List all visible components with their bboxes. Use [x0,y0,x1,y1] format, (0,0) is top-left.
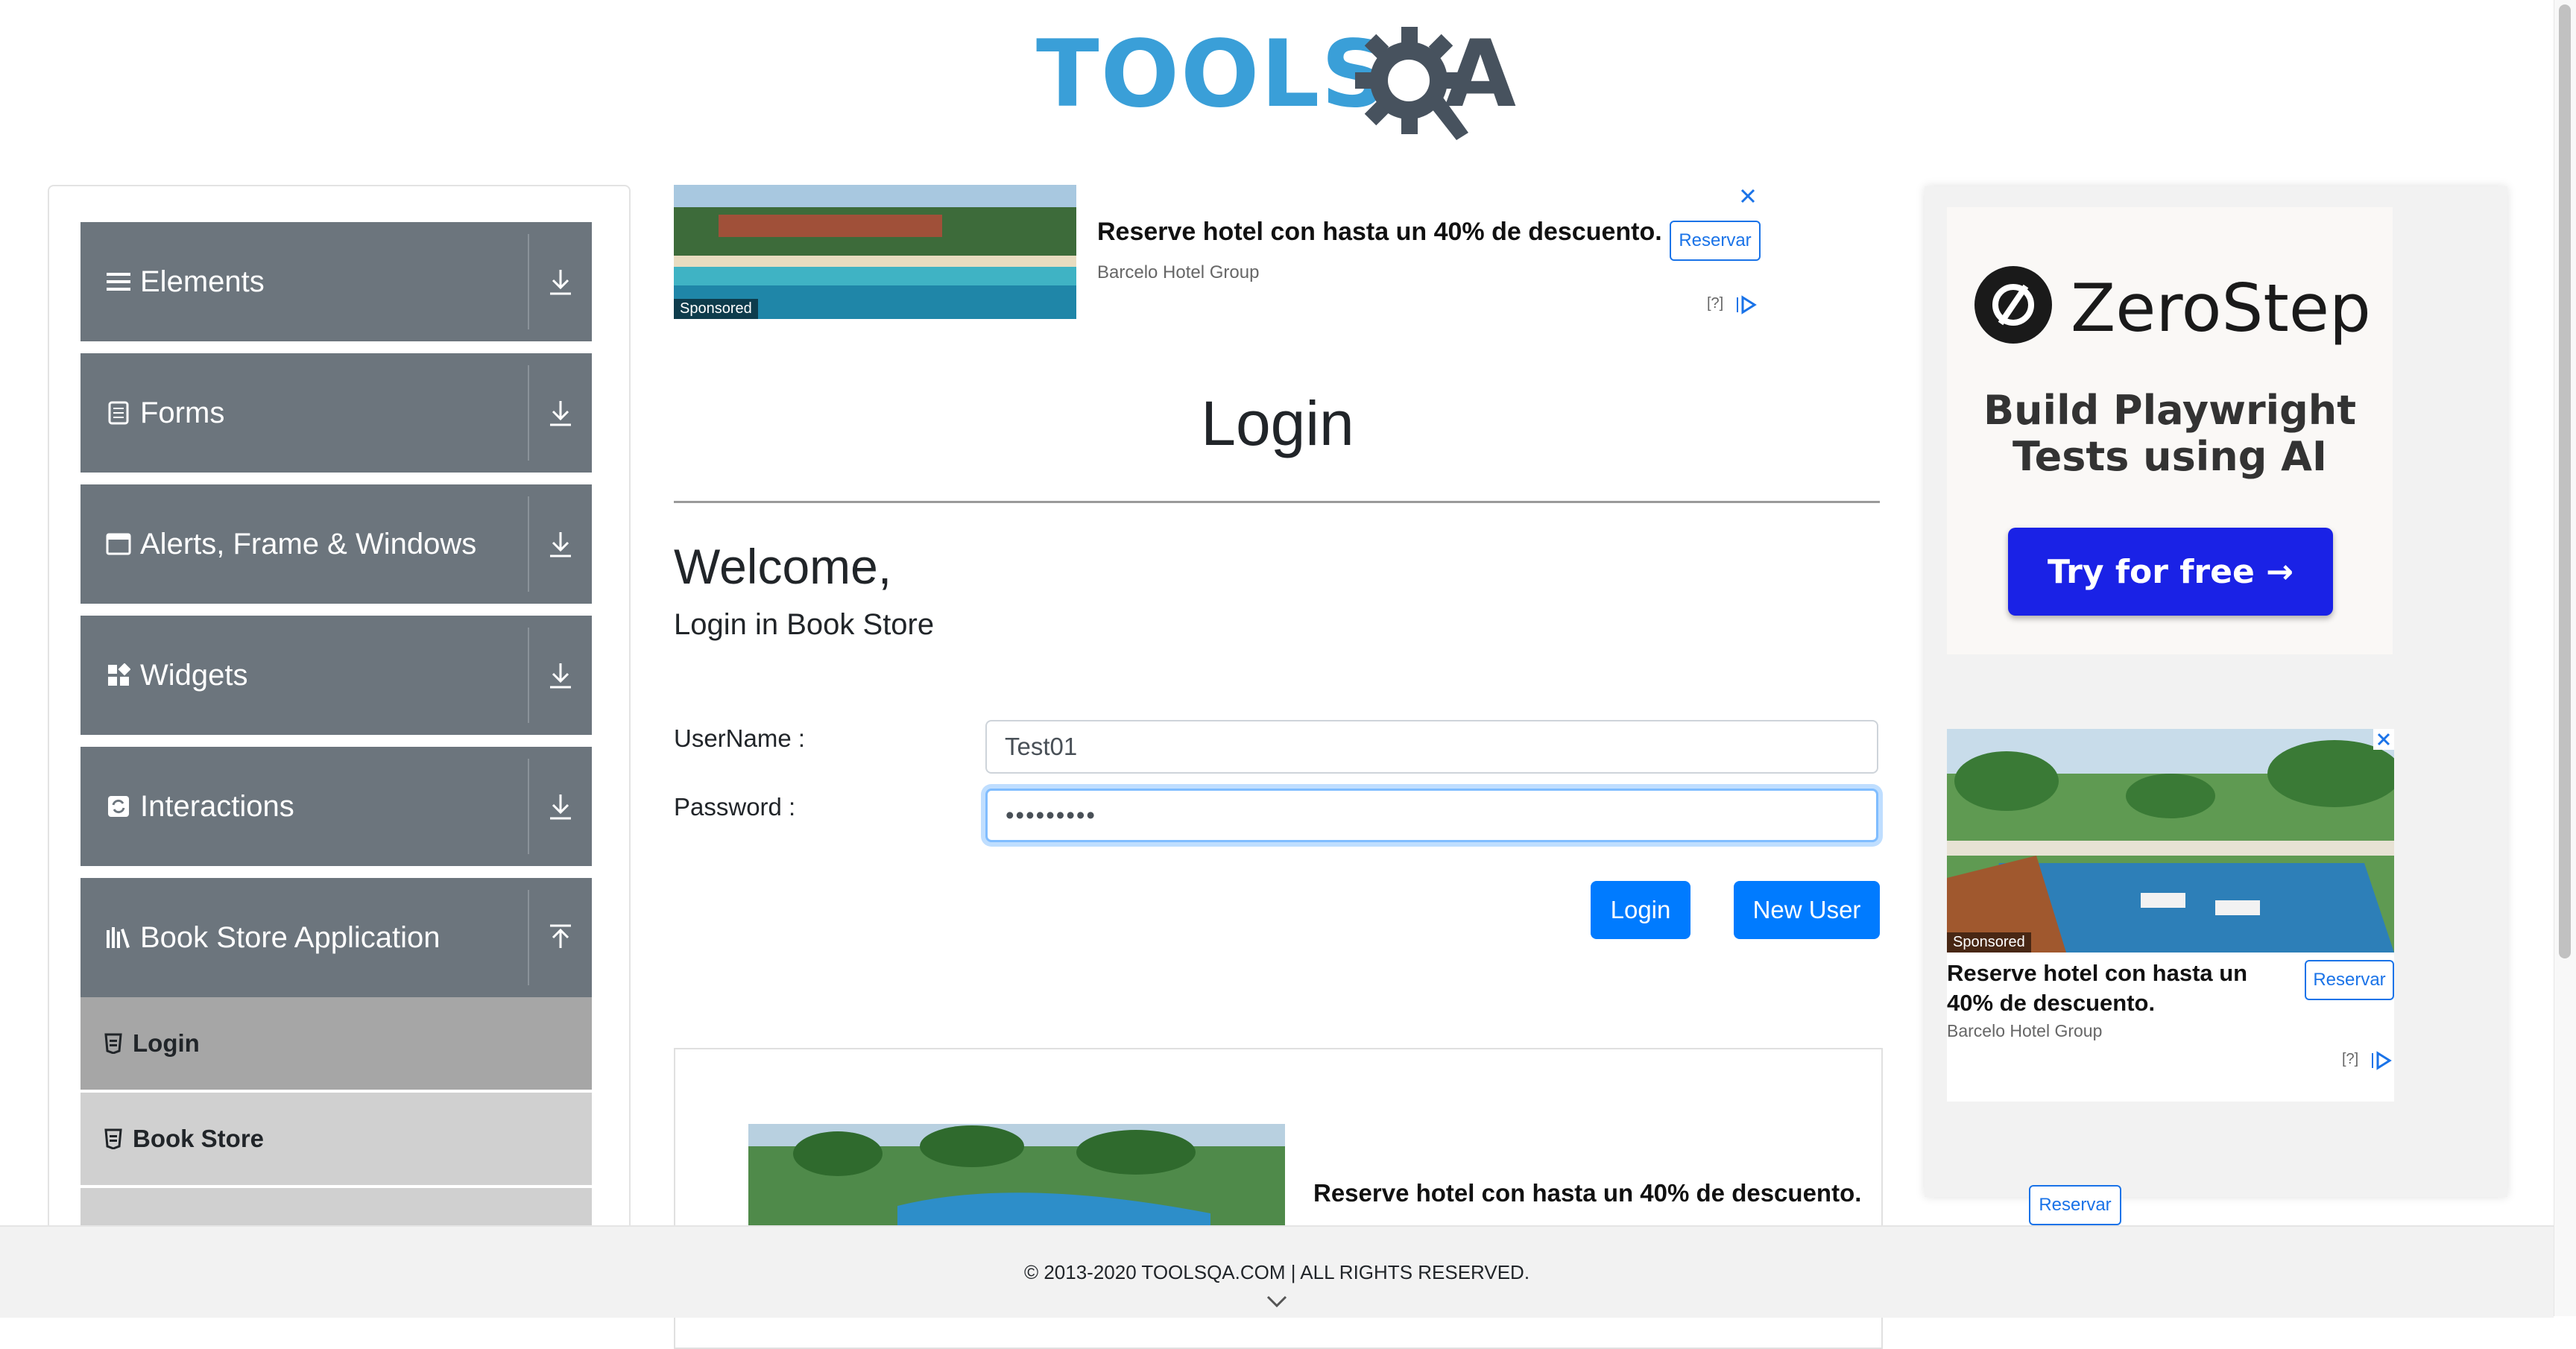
page-title: Login [1201,388,1354,458]
scrollbar-thumb[interactable] [2559,4,2571,958]
download-arrow-icon [550,270,571,295]
zerostep-brand: ZeroStep [2071,270,2371,347]
sidebar-group-interactions[interactable]: Interactions [80,747,592,866]
sidebar-group-label: Book Store Application [140,920,441,954]
window-icon [106,531,131,557]
sidebar: Elements Forms Alerts, Frame & Windows W… [48,185,631,1276]
hamburger-icon [106,269,131,294]
username-input[interactable]: Test01 [985,720,1878,774]
sidebar-group-elements[interactable]: Elements [80,222,592,341]
sidebar-group-label: Forms [140,396,225,429]
sidebar-item-book-store[interactable]: Book Store [80,1093,592,1185]
headline-line-1: Build Playwright [1983,387,2357,434]
top-ad-banner[interactable]: Sponsored Reserve hotel con hasta un 40%… [674,185,1762,319]
hotel-pool-photo: Sponsored [1947,729,2394,952]
download-arrow-icon [550,663,571,689]
password-label: Password : [674,793,796,821]
ad-info-link[interactable]: [?] [1707,295,1723,312]
sidebar-group-label: Interactions [140,789,294,823]
close-ad-icon[interactable] [2373,729,2394,750]
toolsqa-logo[interactable]: TOOLS A [1036,21,1521,140]
sidebar-group-forms[interactable]: Forms [80,353,592,473]
download-arrow-icon [550,401,571,426]
html5-icon [104,1128,122,1149]
password-input[interactable]: ••••••••• [985,789,1878,842]
bottom-reservar-button[interactable]: Reservar [2029,1185,2121,1225]
divider [528,234,529,329]
ad-info-link[interactable]: [?] [2342,1051,2358,1068]
new-user-button[interactable]: New User [1734,881,1880,939]
footer: © 2013-2020 TOOLSQA.COM | ALL RIGHTS RES… [0,1225,2554,1318]
reservar-button[interactable]: Reservar [1670,221,1761,261]
sidebar-group-label: Widgets [140,658,248,692]
sidebar-group-widgets[interactable]: Widgets [80,616,592,735]
zerostep-logo-icon [1974,266,2052,344]
try-for-free-button[interactable]: Try for free → [2008,528,2333,616]
sidebar-group-alerts-frame-windows[interactable]: Alerts, Frame & Windows [80,484,592,604]
right-hotel-ad[interactable]: Sponsored Reserve hotel con hasta un 40%… [1947,729,2394,1102]
sidebar-group-book-store-application[interactable]: Book Store Application [80,878,592,997]
sponsored-tag: Sponsored [1947,932,2031,952]
divider [528,365,529,461]
hotel-ad-advertiser: Barcelo Hotel Group [1947,1021,2103,1040]
sidebar-group-label: Elements [140,265,265,298]
adchoices-icon[interactable] [1735,295,1758,315]
chevron-down-icon[interactable] [1266,1292,1288,1310]
sidebar-item-label: Login [133,1029,200,1057]
sidebar-item-login[interactable]: Login [80,997,592,1090]
books-icon [106,925,131,950]
sponsored-tag: Sponsored [674,299,758,319]
html5-icon [104,1033,122,1054]
zerostep-headline: Build Playwright Tests using AI [1947,388,2393,480]
hotel-beach-photo: Sponsored [674,185,1076,319]
divider [528,759,529,854]
ad-advertiser: Barcelo Hotel Group [1097,262,1260,282]
welcome-heading: Welcome, [674,539,892,594]
close-ad-icon[interactable] [1738,186,1758,206]
logo-a: A [1445,21,1516,128]
logo-text: TOOLS [1036,21,1389,128]
upload-arrow-icon [550,924,571,948]
document-icon [106,400,131,426]
download-arrow-icon [550,794,571,820]
interactions-icon [106,794,131,819]
zerostep-ad[interactable]: ZeroStep Build Playwright Tests using AI… [1947,207,2393,654]
hotel-reservar-button[interactable]: Reservar [2305,960,2394,1000]
copyright-text: © 2013-2020 TOOLSQA.COM | ALL RIGHTS RES… [1023,1261,1530,1283]
ad-title: Reserve hotel con hasta un 40% de descue… [1097,218,1662,246]
bottom-ad-title: Reserve hotel con hasta un 40% de descue… [1313,1179,1862,1207]
hotel-ad-title: Reserve hotel con hasta un 40% de descue… [1947,960,2248,1016]
username-label: UserName : [674,724,806,752]
widgets-icon [106,663,131,688]
divider [528,890,529,985]
login-subtitle: Login in Book Store [674,608,935,641]
sidebar-item-label: Book Store [133,1125,265,1152]
login-button[interactable]: Login [1591,881,1690,939]
download-arrow-icon [550,532,571,557]
right-ad-column: ZeroStep Build Playwright Tests using AI… [1925,186,2507,1197]
divider [528,496,529,592]
adchoices-icon[interactable] [2370,1051,2393,1070]
sidebar-group-label: Alerts, Frame & Windows [140,527,477,560]
divider [528,628,529,723]
headline-line-2: Tests using AI [2012,433,2328,480]
title-divider [674,501,1880,503]
